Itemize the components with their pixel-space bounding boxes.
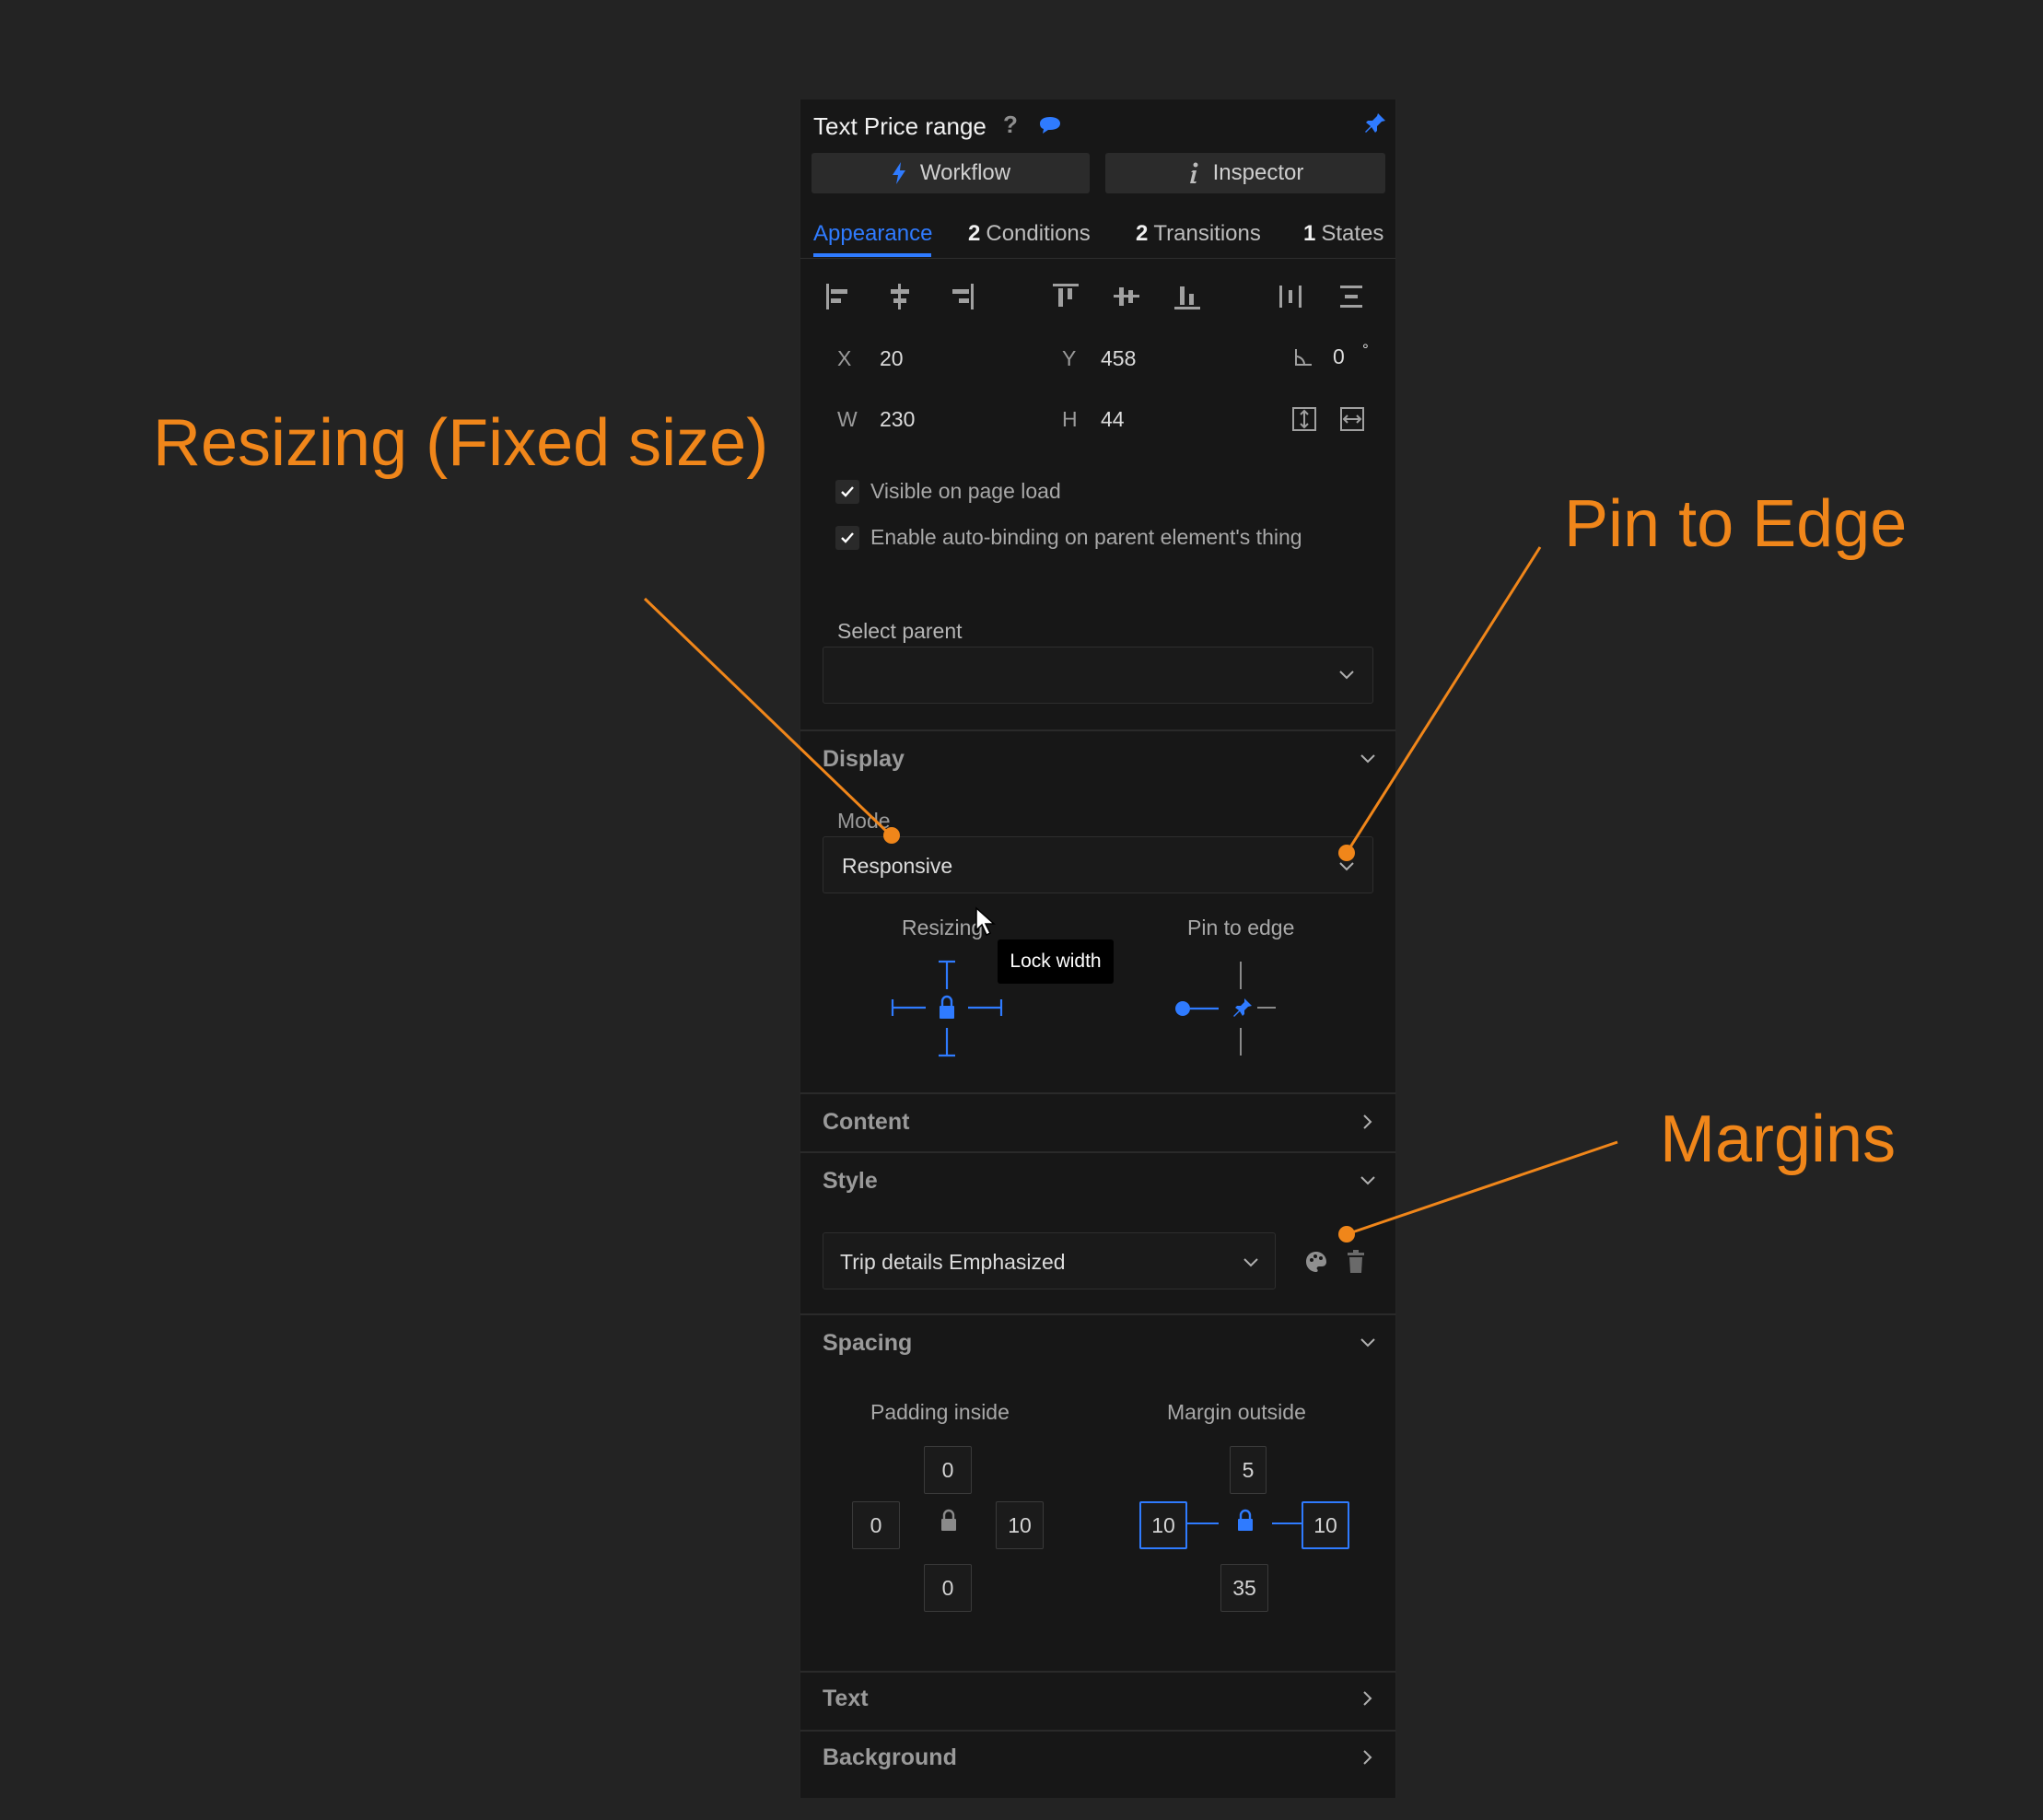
annotation-lines bbox=[643, 546, 1618, 1242]
